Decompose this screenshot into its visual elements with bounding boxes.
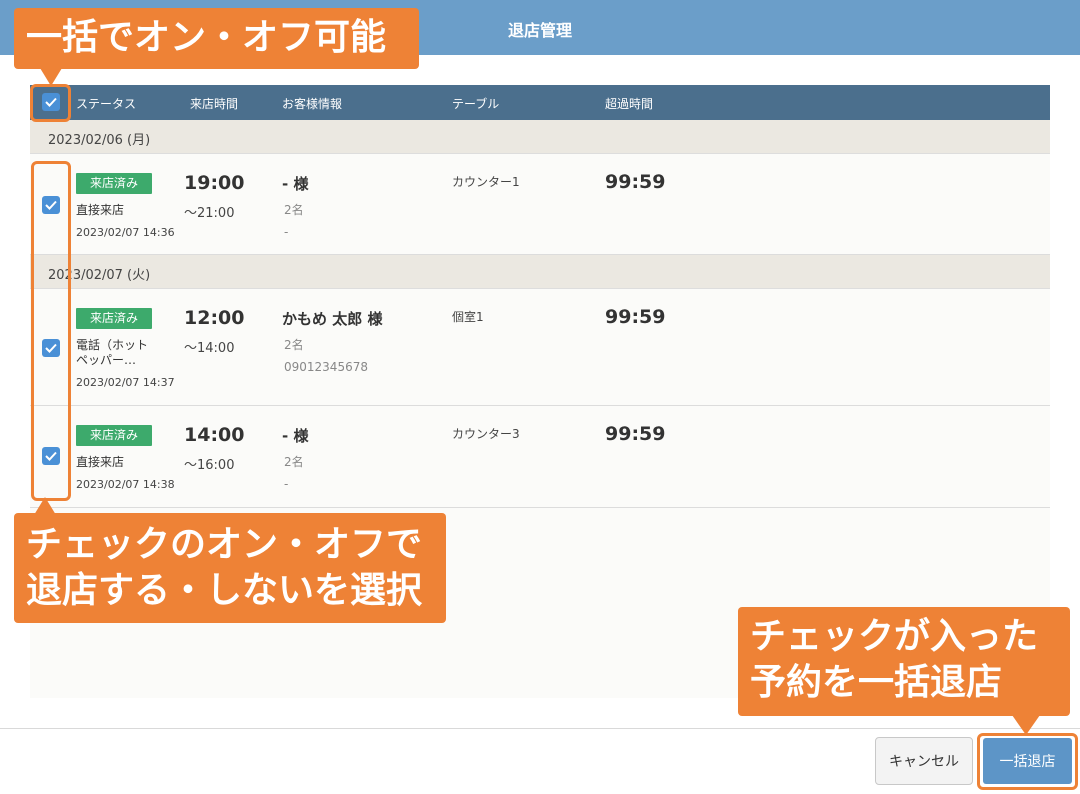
status-badge: 来店済み [76, 308, 152, 329]
callout-row-check-line1: チェックのオン・オフで [26, 524, 423, 565]
callout-pointer [40, 68, 62, 86]
callout-toggle-all-text: 一括でオン・オフ可能 [26, 17, 387, 58]
footer-divider [0, 728, 1080, 729]
table-name: カウンター3 [452, 427, 520, 441]
registered-timestamp: 2023/02/07 14:36 [76, 226, 175, 239]
party-size: 2名 [284, 455, 304, 469]
callout-row-check: チェックのオン・オフで 退店する・しないを選択 [14, 513, 446, 623]
guest-name: - 様 [282, 175, 309, 193]
select-all-highlight [30, 84, 71, 122]
column-table[interactable]: テーブル [452, 95, 499, 112]
overtime-value: 99:59 [605, 423, 666, 445]
bulk-checkout-button[interactable]: 一括退店 [983, 738, 1072, 784]
party-size: 2名 [284, 338, 304, 352]
guest-phone: - [284, 225, 289, 239]
end-time: 〜14:00 [184, 341, 235, 356]
column-overtime[interactable]: 超過時間 [605, 95, 653, 112]
start-time: 19:00 [184, 172, 245, 194]
row-checkbox-highlight [31, 161, 71, 501]
callout-row-check-line2: 退店する・しないを選択 [26, 570, 423, 611]
callout-toggle-all: 一括でオン・オフ可能 [14, 8, 419, 69]
reservation-row[interactable]: 来店済み 直接来店 2023/02/07 14:38 14:00 〜16:00 … [30, 406, 1050, 508]
overtime-value: 99:59 [605, 306, 666, 328]
overtime-value: 99:59 [605, 171, 666, 193]
guest-name: - 様 [282, 427, 309, 445]
reservation-row[interactable]: 来店済み 電話（ホット ペッパー… 2023/02/07 14:37 12:00… [30, 289, 1050, 406]
guest-phone: 09012345678 [284, 360, 368, 374]
column-customer-info[interactable]: お客様情報 [282, 95, 342, 112]
registered-timestamp: 2023/02/07 14:38 [76, 478, 175, 491]
guest-name: かもめ 太郎 様 [282, 310, 383, 328]
registered-timestamp: 2023/02/07 14:37 [76, 376, 175, 389]
callout-bulk-line1: チェックが入った [750, 616, 1039, 657]
start-time: 14:00 [184, 424, 245, 446]
reservation-row[interactable]: 来店済み 直接来店 2023/02/07 14:36 19:00 〜21:00 … [30, 154, 1050, 255]
table-name: カウンター1 [452, 175, 520, 189]
column-status[interactable]: ステータス [76, 95, 136, 112]
callout-bulk: チェックが入った 予約を一括退店 [738, 607, 1070, 716]
start-time: 12:00 [184, 307, 245, 329]
date-group-header: 2023/02/07 (火) [30, 255, 1050, 289]
date-group-header: 2023/02/06 (月) [30, 120, 1050, 154]
cancel-button[interactable]: キャンセル [875, 737, 973, 785]
party-size: 2名 [284, 203, 304, 217]
visit-route: 直接来店 [76, 203, 125, 217]
visit-route: 電話（ホット ペッパー… [76, 338, 149, 367]
end-time: 〜21:00 [184, 206, 235, 221]
callout-bulk-line2: 予約を一括退店 [750, 662, 1003, 703]
column-arrival-time[interactable]: 来店時間 [190, 95, 238, 112]
date-label: 2023/02/06 (月) [48, 133, 151, 148]
status-badge: 来店済み [76, 173, 152, 194]
guest-phone: - [284, 477, 289, 491]
callout-pointer [1012, 715, 1040, 735]
table-header: ステータス 来店時間 お客様情報 テーブル 超過時間 [30, 85, 1050, 120]
table-name: 個室1 [452, 310, 484, 324]
visit-route: 直接来店 [76, 455, 125, 469]
end-time: 〜16:00 [184, 458, 235, 473]
status-badge: 来店済み [76, 425, 152, 446]
